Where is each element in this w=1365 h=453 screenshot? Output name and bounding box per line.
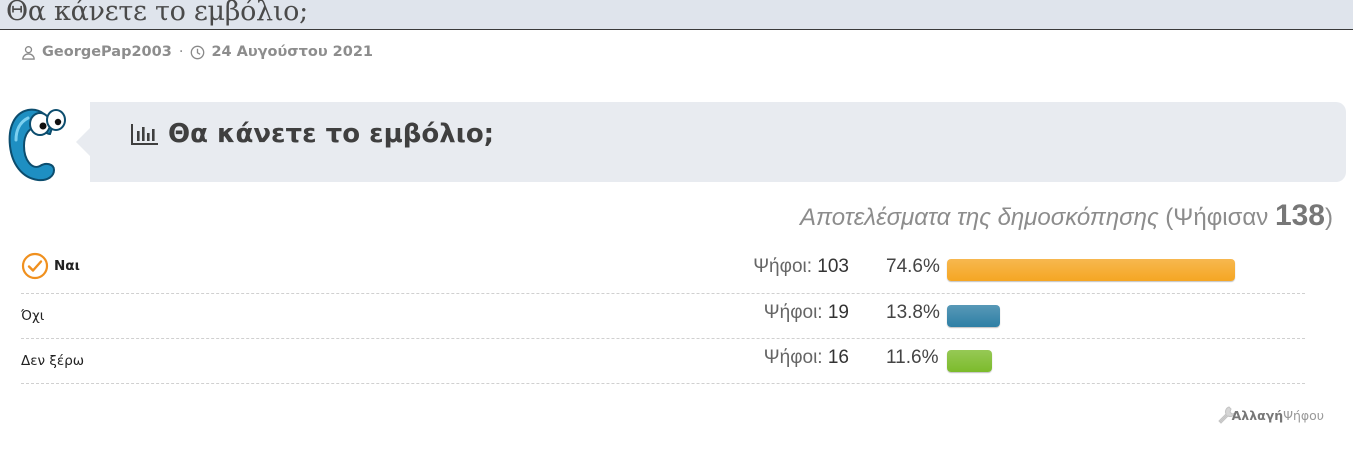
change-vote-label-a: Αλλαγή	[1231, 407, 1284, 423]
change-vote-button[interactable]: Αλλαγή Ψήφου	[1216, 404, 1324, 426]
poll-header: Θα κάνετε το εμβόλιο;	[76, 102, 1346, 182]
result-bar	[947, 305, 1000, 327]
thread-title: Θα κάνετε το εμβόλιο;	[6, 0, 308, 27]
result-bar-track	[947, 350, 1327, 372]
avatar[interactable]	[6, 100, 70, 182]
voted-total: 138	[1274, 199, 1325, 232]
vote-count: Ψήφοι: 103	[753, 256, 849, 277]
voted-suffix: )	[1325, 204, 1333, 231]
vote-percent: 74.6%	[886, 256, 940, 277]
bar-chart-icon	[130, 122, 160, 146]
poll-option-row: Ναι Ψήφοι: 103 74.6%	[21, 248, 1305, 294]
voted-prefix: (Ψήφισαν	[1165, 204, 1275, 231]
post-date[interactable]: 24 Αυγούστου 2021	[211, 44, 373, 60]
option-text: Ναι	[54, 258, 80, 274]
clock-icon	[190, 45, 205, 60]
thread-meta: GeorgePap2003 · 24 Αυγούστου 2021	[21, 44, 373, 60]
result-bar-track	[947, 259, 1327, 281]
option-text: Δεν ξέρω	[21, 353, 85, 369]
results-caption: Αποτελέσματα της δημοσκόπησης (Ψήφισαν 1…	[800, 199, 1333, 233]
change-vote-label-b: Ψήφου	[1283, 407, 1324, 423]
vote-count: Ψήφοι: 19	[763, 302, 849, 323]
poll-results-list: Ναι Ψήφοι: 103 74.6% Όχι Ψήφοι: 19 13.8%…	[21, 248, 1305, 384]
user-icon	[21, 45, 36, 60]
vote-percent: 11.6%	[886, 347, 939, 368]
results-caption-text: Αποτελέσματα της δημοσκόπησης	[800, 204, 1159, 231]
poll-option-label: Όχι	[21, 308, 44, 324]
poll-option-label: Δεν ξέρω	[21, 353, 84, 369]
poll-option-row: Δεν ξέρω Ψήφοι: 16 11.6%	[21, 339, 1305, 384]
poll-title: Θα κάνετε το εμβόλιο;	[130, 119, 494, 149]
result-bar	[947, 259, 1235, 281]
vote-percent: 13.8%	[886, 302, 940, 323]
author-link[interactable]: GeorgePap2003	[42, 44, 172, 60]
option-text: Όχι	[21, 308, 45, 324]
result-bar	[947, 350, 992, 372]
voted-check-icon	[21, 252, 49, 280]
poll-question: Θα κάνετε το εμβόλιο;	[168, 119, 495, 149]
thread-header: Θα κάνετε το εμβόλιο;	[0, 0, 1353, 30]
poll-option-row: Όχι Ψήφοι: 19 13.8%	[21, 294, 1305, 339]
poll-option-label: Ναι	[21, 252, 80, 280]
meta-separator: ·	[178, 44, 184, 60]
result-bar-track	[947, 305, 1327, 327]
vote-count: Ψήφοι: 16	[763, 347, 849, 368]
